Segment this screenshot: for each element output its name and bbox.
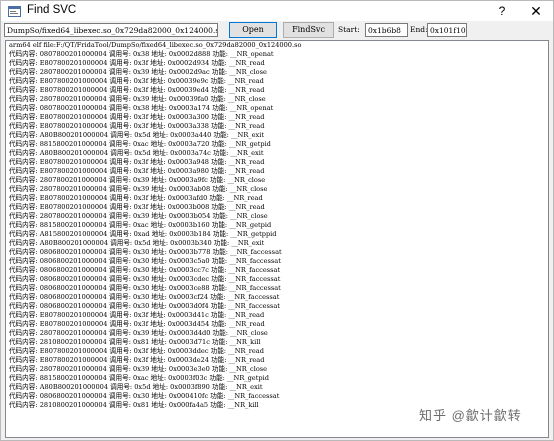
result-row: 代码内容: 2807800201000004 调用号: 0x39 地址: 0x0…: [9, 365, 268, 373]
result-row: 代码内容: A80B800201000004 调用号: 0x5d 地址: 0x0…: [9, 149, 264, 157]
app-icon: [8, 6, 21, 17]
result-row: 代码内容: 2807800201000004 调用号: 0x39 地址: 0x0…: [9, 95, 266, 103]
result-row: 代码内容: 8815800201000004 调用号: 0xac 地址: 0x0…: [9, 374, 269, 382]
result-row: 代码内容: E807800201000004 调用号: 0x3f 地址: 0x0…: [9, 203, 265, 211]
window-title: Find SVC: [27, 4, 77, 16]
result-row: 代码内容: 8815800201000004 调用号: 0xac 地址: 0x0…: [9, 221, 272, 229]
result-row: 代码内容: 0806800201000004 调用号: 0x30 地址: 0x0…: [9, 257, 281, 265]
start-label: Start:: [338, 25, 360, 34]
result-row: 代码内容: 2810800201000004 调用号: 0x81 地址: 0x0…: [9, 338, 261, 346]
result-row: 代码内容: 0806800201000004 调用号: 0x30 地址: 0x0…: [9, 248, 282, 256]
result-row: 代码内容: 0806800201000004 调用号: 0x30 地址: 0x0…: [9, 293, 280, 301]
result-row: 代码内容: A80B800201000004 调用号: 0x5d 地址: 0x0…: [9, 383, 263, 391]
result-row: 代码内容: 2807800201000004 调用号: 0x39 地址: 0x0…: [9, 176, 266, 184]
result-row: 代码内容: E807800201000004 调用号: 0x3f 地址: 0x0…: [9, 356, 265, 364]
results-header: arm64 elf file:F:/QT/FridaTool/DumpSo/fi…: [9, 41, 302, 49]
title-bar[interactable]: Find SVC ? ✕: [1, 1, 553, 21]
open-button[interactable]: Open: [229, 22, 277, 38]
result-row: 代码内容: E807800201000004 调用号: 0x3f 地址: 0x0…: [9, 311, 265, 319]
watermark: 知乎 @歙计歙转: [419, 408, 522, 423]
result-row: 代码内容: 2807800201000004 调用号: 0x39 地址: 0x0…: [9, 185, 268, 193]
result-row: 代码内容: 0806800201000004 调用号: 0x30 地址: 0x0…: [9, 275, 281, 283]
result-row: 代码内容: E807800201000004 调用号: 0x3f 地址: 0x0…: [9, 113, 265, 121]
result-row: 代码内容: 2807800201000004 调用号: 0x39 地址: 0x0…: [9, 68, 267, 76]
result-row: 代码内容: A80B800201000004 调用号: 0x5d 地址: 0x0…: [9, 131, 264, 139]
end-address-input[interactable]: 0x101f10: [427, 23, 467, 37]
result-row: 代码内容: E807800201000004 调用号: 0x3f 地址: 0x0…: [9, 122, 265, 130]
result-row: 代码内容: 0806800201000004 调用号: 0x30 地址: 0x0…: [9, 284, 281, 292]
file-path-input[interactable]: DumpSo/fixed64_libexec.so_0x729da82000_0…: [4, 23, 218, 37]
result-row: 代码内容: 2807800201000004 调用号: 0x39 地址: 0x0…: [9, 212, 268, 220]
result-row: 代码内容: E807800201000004 调用号: 0x3f 地址: 0x0…: [9, 194, 263, 202]
result-row: 代码内容: E807800201000004 调用号: 0x3f 地址: 0x0…: [9, 77, 264, 85]
result-row: 代码内容: 8815800201000004 调用号: 0xac 地址: 0x0…: [9, 140, 271, 148]
result-row: 代码内容: A80B800201000004 调用号: 0x5d 地址: 0x0…: [9, 239, 265, 247]
toolbar: DumpSo/fixed64_libexec.so_0x729da82000_0…: [1, 21, 553, 40]
result-row: 代码内容: 0806800201000004 调用号: 0x30 地址: 0x0…: [9, 302, 280, 310]
results-textarea[interactable]: arm64 elf file:F:/QT/FridaTool/DumpSo/fi…: [5, 40, 549, 438]
result-row: 代码内容: A815800201000004 调用号: 0xad 地址: 0x0…: [9, 230, 277, 238]
result-row: 代码内容: 2807800201000004 调用号: 0x39 地址: 0x0…: [9, 329, 268, 337]
result-row: 代码内容: E807800201000004 调用号: 0x3f 地址: 0x0…: [9, 86, 265, 94]
result-row: 代码内容: E807800201000004 调用号: 0x3f 地址: 0x0…: [9, 158, 265, 166]
result-row: 代码内容: E807800201000004 调用号: 0x3f 地址: 0x0…: [9, 347, 264, 355]
result-row: 代码内容: 0807800201000004 调用号: 0x38 地址: 0x0…: [9, 104, 274, 112]
help-button[interactable]: ?: [493, 1, 511, 21]
findsvc-button[interactable]: FindSvc: [283, 22, 334, 38]
result-row: 代码内容: E807800201000004 调用号: 0x3f 地址: 0x0…: [9, 320, 265, 328]
result-row: 代码内容: 0806800201000004 调用号: 0x30 地址: 0x0…: [9, 266, 281, 274]
results-rows: 代码内容: 0807800201000004 调用号: 0x38 地址: 0x0…: [6, 50, 548, 410]
start-address-input[interactable]: 0x1b6b8: [365, 23, 408, 37]
result-row: 代码内容: 0806800201000004 调用号: 0x30 地址: 0x0…: [9, 392, 280, 400]
close-button[interactable]: ✕: [523, 1, 549, 21]
result-row: 代码内容: E807800201000004 调用号: 0x3f 地址: 0x0…: [9, 167, 265, 175]
end-label: End:: [410, 25, 428, 34]
find-svc-window: Find SVC ? ✕ DumpSo/fixed64_libexec.so_0…: [0, 0, 554, 441]
result-row: 代码内容: E807800201000004 调用号: 0x3f 地址: 0x0…: [9, 59, 265, 67]
result-row: 代码内容: 0807800201000004 调用号: 0x38 地址: 0x0…: [9, 50, 274, 58]
